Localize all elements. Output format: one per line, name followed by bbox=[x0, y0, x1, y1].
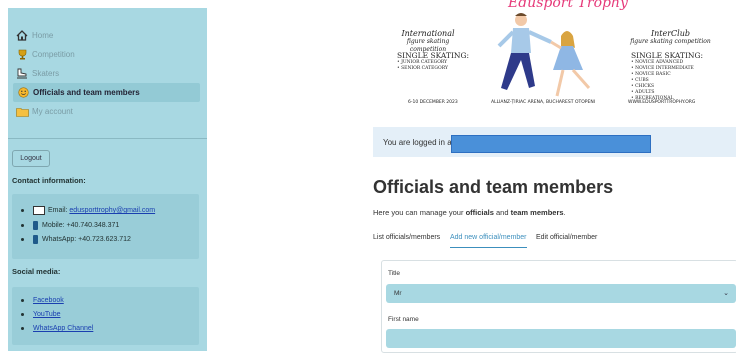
email-link[interactable]: edusporttrophy@gmail.com bbox=[69, 207, 155, 214]
mobile-text: Mobile: +40.740.348.371 bbox=[42, 222, 120, 229]
nav-item-home[interactable]: Home bbox=[8, 26, 207, 45]
email-prefix: Email: bbox=[48, 207, 70, 214]
social-title: Social media: bbox=[12, 267, 61, 276]
banner-right-title-2: figure skating competition bbox=[630, 38, 711, 45]
nav-label: Skaters bbox=[32, 69, 60, 78]
first-name-input[interactable] bbox=[386, 329, 736, 348]
login-alert-text: You are logged in as bbox=[383, 138, 456, 147]
banner-left-title-1: International bbox=[401, 29, 455, 38]
phone-icon bbox=[33, 235, 38, 244]
nav-item-officials[interactable]: Officials and team members bbox=[13, 83, 200, 102]
bullet bbox=[21, 209, 24, 212]
banner-dates: 6-10 DECEMBER 2023 bbox=[408, 100, 458, 105]
skaters-illustration bbox=[497, 13, 591, 97]
contact-box: Email: edusporttrophy@gmail.com Mobile: … bbox=[12, 194, 199, 259]
social-item: WhatsApp Channel bbox=[21, 325, 93, 332]
banner-left-sk-item: • SENIOR CATEGORY bbox=[397, 66, 448, 71]
title-select-value: Mr bbox=[394, 290, 402, 297]
tab-list-officials[interactable]: List officials/members bbox=[373, 234, 440, 241]
desc-part: and bbox=[493, 208, 511, 217]
sidebar-nav: Home Competition Skaters Officials and t… bbox=[8, 26, 207, 121]
envelope-icon bbox=[33, 206, 45, 215]
tab-bar: List officials/members Add new official/… bbox=[373, 234, 736, 250]
contact-mobile: Mobile: +40.740.348.371 bbox=[21, 221, 119, 230]
nav-label: Officials and team members bbox=[33, 88, 140, 97]
bullet bbox=[21, 327, 24, 330]
social-box: Facebook YouTube WhatsApp Channel bbox=[12, 287, 199, 345]
banner-venue: ALLIANZ-ȚIRIAC ARENA, BUCHAREST OTOPENI bbox=[491, 100, 596, 105]
login-alert: You are logged in as bbox=[373, 127, 736, 157]
nav-item-skaters[interactable]: Skaters bbox=[8, 64, 207, 83]
main-content: Edusport Trophy International figure ska… bbox=[373, 0, 736, 353]
banner-left-sk-title: SINGLE SKATING: bbox=[397, 51, 469, 60]
chevron-down-icon: ⌄ bbox=[723, 290, 729, 297]
contact-whatsapp: WhatsApp: +40.723.623.712 bbox=[21, 235, 131, 244]
banner-website: WWW.EDUSPORTTROPHY.ORG bbox=[628, 100, 696, 105]
nav-label: Home bbox=[32, 31, 54, 40]
home-icon bbox=[15, 30, 29, 42]
desc-bold-team-members: team members bbox=[510, 208, 564, 217]
first-name-label: First name bbox=[388, 316, 419, 323]
folder-icon bbox=[15, 106, 29, 118]
bullet bbox=[21, 299, 24, 302]
nav-item-competition[interactable]: Competition bbox=[8, 45, 207, 64]
bullet bbox=[21, 238, 24, 241]
youtube-link[interactable]: YouTube bbox=[33, 311, 61, 318]
tab-add-official[interactable]: Add new official/member bbox=[450, 234, 527, 248]
sidebar-divider bbox=[8, 138, 207, 139]
nav-label: Competition bbox=[32, 50, 75, 59]
nav-label: My account bbox=[32, 107, 73, 116]
bullet bbox=[21, 224, 24, 227]
smiley-icon bbox=[16, 87, 30, 99]
bullet bbox=[21, 313, 24, 316]
desc-bold-officials: officials bbox=[465, 208, 494, 217]
tab-edit-official[interactable]: Edit official/member bbox=[536, 234, 597, 241]
facebook-link[interactable]: Facebook bbox=[33, 297, 64, 304]
nav-item-my-account[interactable]: My account bbox=[8, 102, 207, 121]
banner-right-title: InterClub figure skating competition bbox=[623, 30, 718, 46]
banner-right-categories: SINGLE SKATING: • NOVICE ADVANCED • NOVI… bbox=[631, 51, 703, 102]
whatsapp-channel-link[interactable]: WhatsApp Channel bbox=[33, 325, 93, 332]
contact-email: Email: edusporttrophy@gmail.com bbox=[21, 206, 155, 215]
banner-left-categories: SINGLE SKATING: • JUNIOR CATEGORY • SENI… bbox=[397, 51, 469, 72]
page-description: Here you can manage your officials and t… bbox=[373, 208, 566, 217]
phone-icon bbox=[33, 221, 38, 230]
official-form: Title Mr ⌄ First name bbox=[381, 260, 736, 353]
event-banner: Edusport Trophy International figure ska… bbox=[373, 0, 736, 116]
whatsapp-text: WhatsApp: +40.723.623.712 bbox=[42, 236, 131, 243]
trophy-icon bbox=[15, 49, 29, 61]
banner-right-title-1: InterClub bbox=[650, 29, 691, 38]
banner-right-sk-title: SINGLE SKATING: bbox=[631, 51, 703, 60]
desc-part: . bbox=[563, 208, 566, 217]
logout-button[interactable]: Logout bbox=[12, 150, 50, 167]
skate-icon bbox=[15, 68, 29, 80]
redacted-username bbox=[451, 135, 651, 153]
contact-title: Contact information: bbox=[12, 176, 86, 185]
social-item: Facebook bbox=[21, 297, 64, 304]
desc-part: Here you can manage your bbox=[373, 208, 466, 217]
page-title: Officials and team members bbox=[373, 177, 614, 197]
title-select[interactable]: Mr ⌄ bbox=[386, 284, 736, 303]
social-item: YouTube bbox=[21, 311, 61, 318]
sidebar: Home Competition Skaters Officials and t… bbox=[8, 8, 207, 351]
title-label: Title bbox=[388, 270, 401, 277]
